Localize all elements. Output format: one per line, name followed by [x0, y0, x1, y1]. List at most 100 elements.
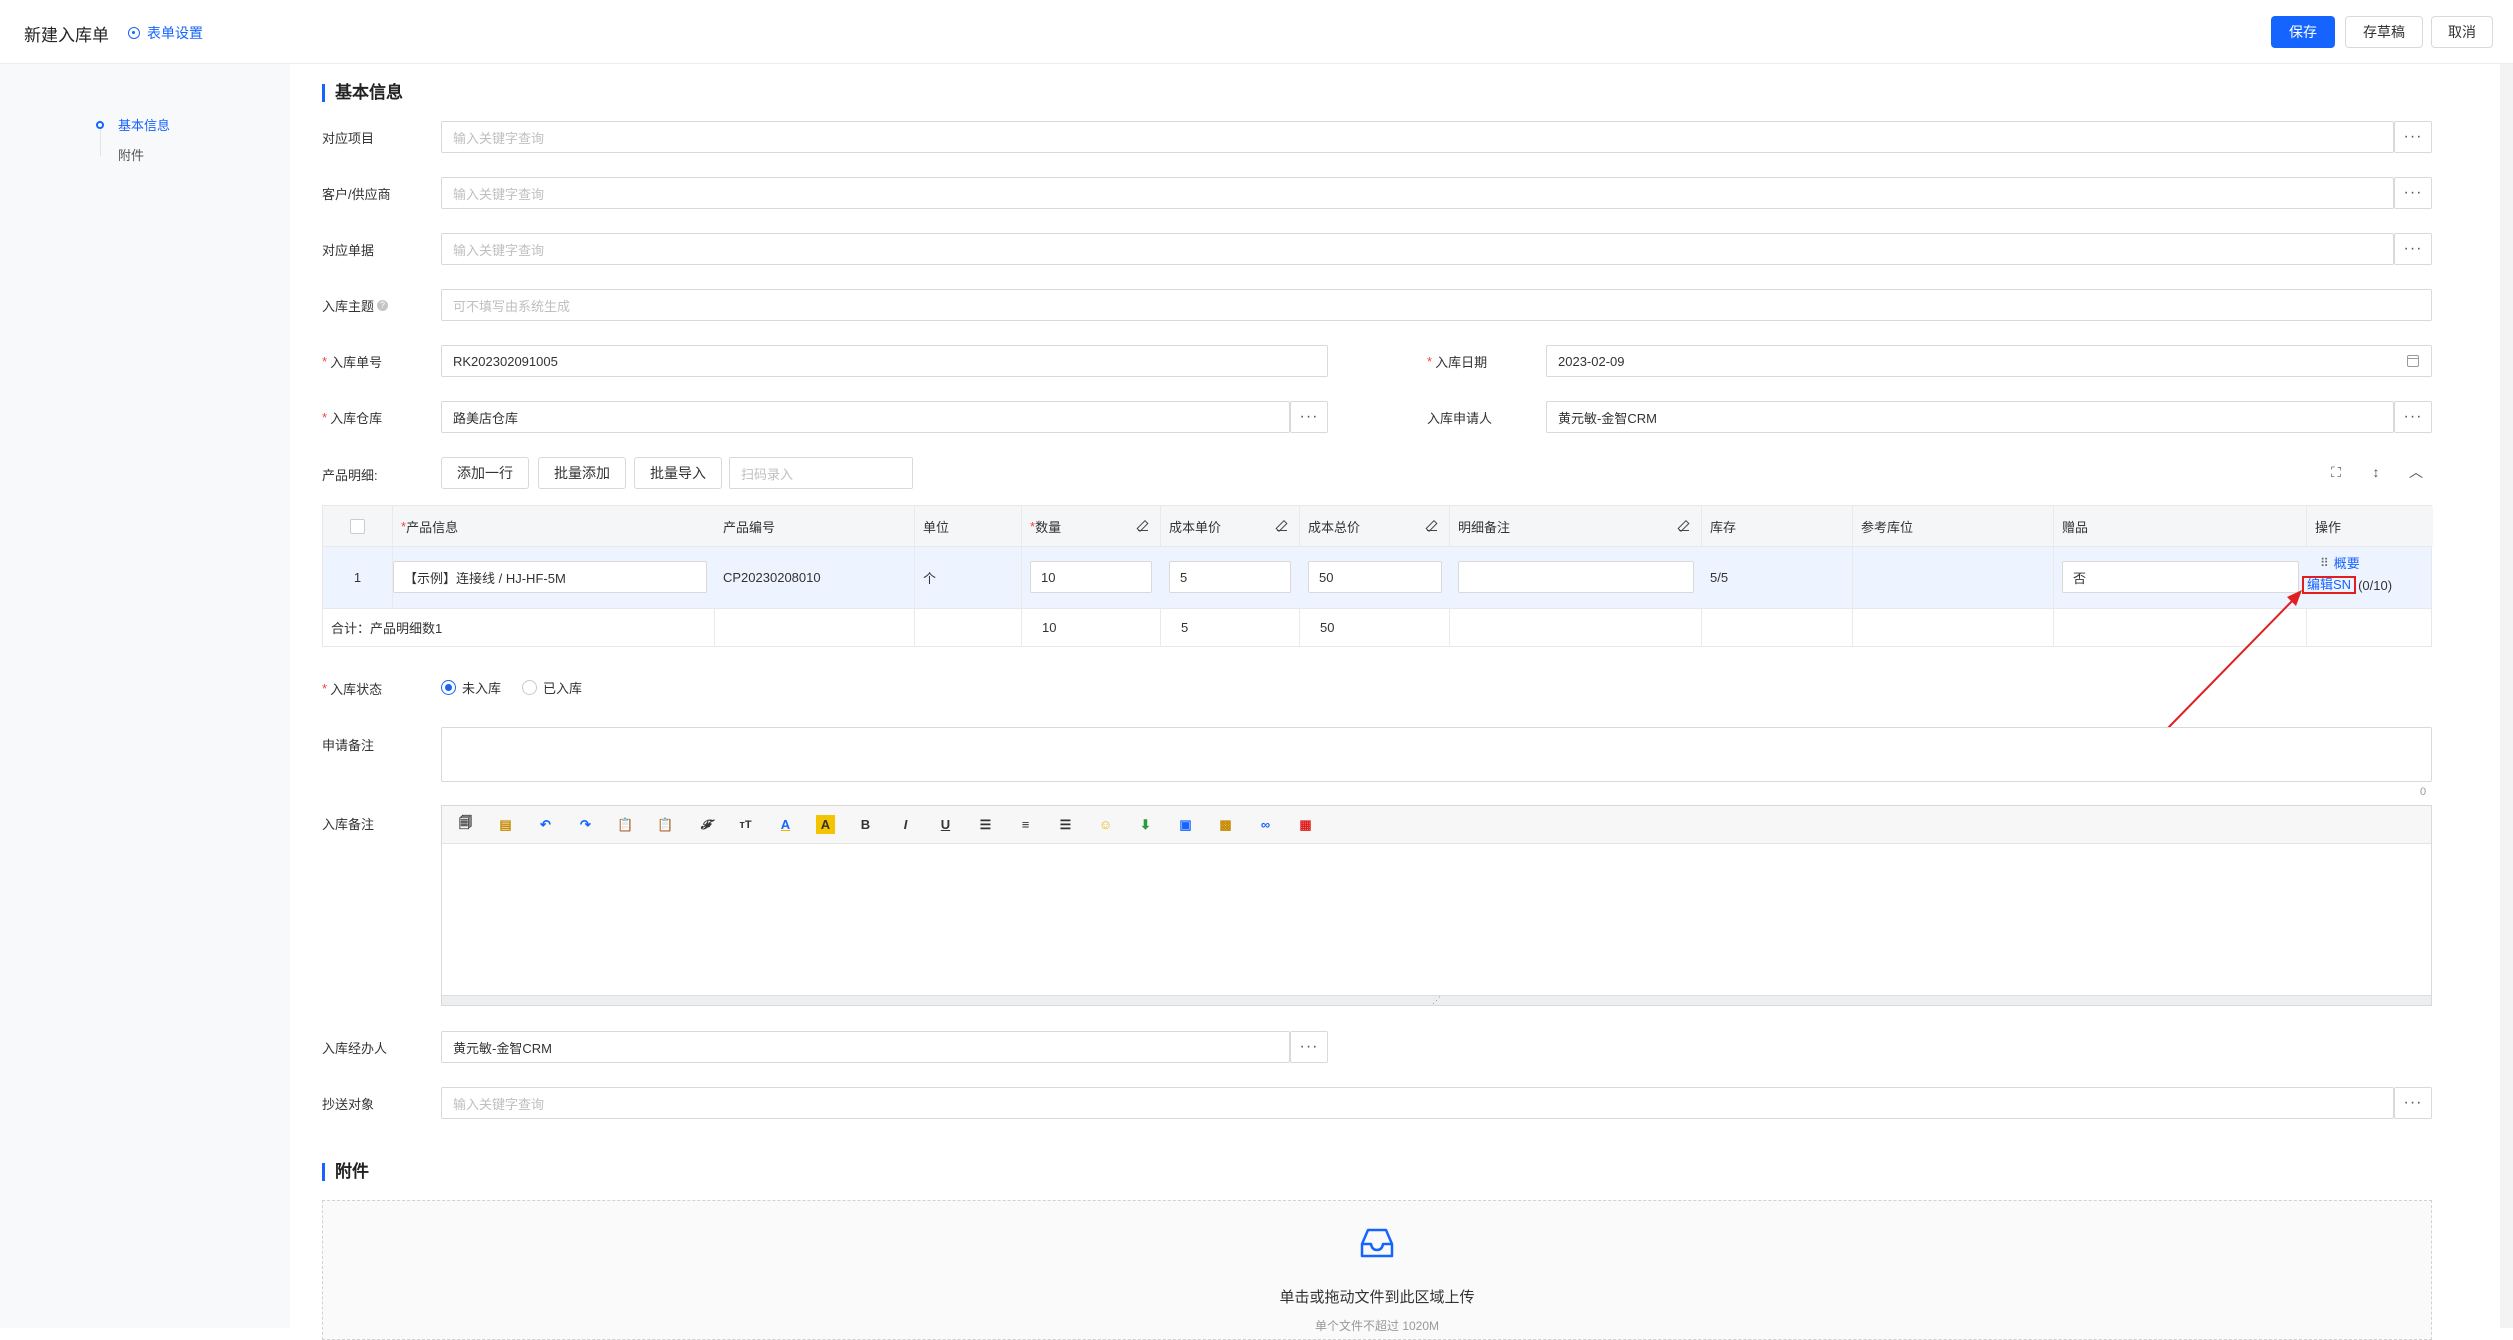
table-header-location: 参考库位 [1853, 506, 2054, 546]
document-picker-button[interactable]: ··· [2394, 233, 2432, 265]
product-code-cell: CP20230208010 [715, 546, 915, 608]
font-color-icon[interactable]: A [776, 815, 795, 834]
applicant-input[interactable]: 黄元敏-金智CRM [1546, 401, 2394, 433]
drag-handle-icon[interactable]: ⠿ [2320, 556, 2329, 570]
font-size-icon[interactable]: тT [736, 815, 755, 834]
save-draft-button[interactable]: 存草稿 [2345, 16, 2423, 48]
collapse-icon[interactable]: ︿ [2407, 463, 2425, 481]
project-input[interactable]: 输入关键字查询 [441, 121, 2394, 153]
insert-icon[interactable]: ⬇ [1136, 815, 1155, 834]
save-button[interactable]: 保存 [2271, 16, 2335, 48]
table-header-note: 明细备注 [1450, 506, 1702, 546]
batch-add-button[interactable]: 批量添加 [538, 457, 626, 489]
scrollbar[interactable] [2500, 64, 2513, 1328]
undo-icon[interactable]: ↶ [536, 815, 555, 834]
scan-input[interactable]: 扫码录入 [729, 457, 913, 489]
edit-icon[interactable] [1138, 521, 1148, 531]
totals-empty [1450, 608, 1702, 646]
upload-text: 单击或拖动文件到此区域上传 [1279, 1289, 1475, 1306]
stock-number-input[interactable]: RK202302091005 [441, 345, 1328, 377]
upload-dropzone[interactable]: 单击或拖动文件到此区域上传 单个文件不超过 1020M [322, 1200, 2432, 1340]
editor-body[interactable] [442, 844, 2431, 996]
form-settings-link[interactable]: 表单设置 [128, 23, 203, 43]
expand-icon[interactable]: ↕ [2367, 463, 2385, 481]
table-icon[interactable]: ▦ [1296, 815, 1315, 834]
row-actions: ⠿ 概要 编辑SN (0/10) [2302, 553, 2431, 603]
align-left-icon[interactable]: ☰ [976, 815, 995, 834]
summary-link[interactable]: 概要 [2334, 553, 2360, 572]
image-icon[interactable]: ▣ [1176, 815, 1195, 834]
italic-icon[interactable]: I [896, 815, 915, 834]
status-option-not-stocked[interactable]: 未入库 [441, 678, 501, 697]
customer-picker-button[interactable]: ··· [2394, 177, 2432, 209]
source-icon[interactable]: 🗐 [456, 815, 475, 834]
field-label-warehouse: * 入库仓库 [322, 410, 383, 426]
product-table: * 产品信息 产品编号 单位 * 数量 成本单价 成本总价 明细备注 库存 参考库位… [322, 505, 2433, 647]
redo-icon[interactable]: ↷ [576, 815, 595, 834]
add-row-button[interactable]: 添加一行 [441, 457, 529, 489]
section-title-basic: 基本信息 [322, 84, 403, 102]
unit-cell: 个 [915, 546, 1022, 608]
status-option-stocked[interactable]: 已入库 [522, 678, 582, 697]
sidebar-item-basic-info[interactable]: 基本信息 [96, 115, 170, 134]
rich-text-editor: 🗐 ▤ ↶ ↷ 📋 📋 𝓕 тT A A B I U ☰ ≡ ☰ ☺ ⬇ ▣ ▩… [441, 805, 2432, 1006]
field-label-cc: 抄送对象 [322, 1097, 375, 1112]
project-picker-button[interactable]: ··· [2394, 121, 2432, 153]
page-title: 新建入库单 [24, 26, 109, 45]
apply-note-textarea[interactable] [441, 727, 2432, 782]
batch-import-button[interactable]: 批量导入 [634, 457, 722, 489]
table-header-code: 产品编号 [715, 506, 915, 546]
paste-icon[interactable]: 📋 [616, 815, 635, 834]
template-icon[interactable]: ▤ [496, 815, 515, 834]
detail-note-input[interactable] [1458, 561, 1694, 593]
picture-icon[interactable]: ▩ [1216, 815, 1235, 834]
radio-icon [522, 680, 537, 695]
cc-picker-button[interactable]: ··· [2394, 1087, 2432, 1119]
field-label-handler: 入库经办人 [322, 1041, 388, 1056]
inbox-icon [1360, 1228, 1394, 1258]
stock-date-input[interactable]: 2023-02-09 [1546, 345, 2432, 377]
cc-input[interactable]: 输入关键字查询 [441, 1087, 2394, 1119]
table-header-total-cost: 成本总价 [1300, 506, 1450, 546]
qty-input[interactable]: 10 [1030, 561, 1152, 593]
font-family-icon[interactable]: 𝓕 [696, 815, 715, 834]
bold-icon[interactable]: B [856, 815, 875, 834]
field-label-customer: 客户/供应商 [322, 187, 391, 202]
table-header-stock: 库存 [1702, 506, 1853, 546]
sidebar-item-attachment[interactable]: 附件 [96, 145, 144, 164]
select-all-header [323, 506, 393, 546]
product-info-input[interactable]: 【示例】连接线 / HJ-HF-5M [393, 561, 707, 593]
handler-picker-button[interactable]: ··· [1290, 1031, 1328, 1063]
underline-icon[interactable]: U [936, 815, 955, 834]
help-icon[interactable]: ? [377, 300, 389, 311]
edit-icon[interactable] [1679, 521, 1689, 531]
total-cost-input[interactable]: 50 [1308, 561, 1442, 593]
warehouse-input[interactable]: 路美店仓库 [441, 401, 1290, 433]
char-count: 0 [2420, 786, 2427, 798]
sn-count: (0/10) [2358, 577, 2393, 593]
bg-color-icon[interactable]: A [816, 815, 835, 834]
editor-toolbar: 🗐 ▤ ↶ ↷ 📋 📋 𝓕 тT A A B I U ☰ ≡ ☰ ☺ ⬇ ▣ ▩… [442, 806, 2431, 844]
paste-text-icon[interactable]: 📋 [656, 815, 675, 834]
align-right-icon[interactable]: ☰ [1056, 815, 1075, 834]
field-label-subject: 入库主题? [322, 296, 389, 315]
applicant-picker-button[interactable]: ··· [2394, 401, 2432, 433]
cancel-button[interactable]: 取消 [2431, 16, 2493, 48]
link-icon[interactable]: ∞ [1256, 815, 1275, 834]
edit-icon[interactable] [1427, 521, 1437, 531]
fullscreen-icon[interactable]: ⛶ [2327, 463, 2345, 481]
products-label: 产品明细: [322, 468, 378, 483]
unit-cost-input[interactable]: 5 [1169, 561, 1291, 593]
edit-icon[interactable] [1277, 521, 1287, 531]
document-input[interactable]: 输入关键字查询 [441, 233, 2394, 265]
emoji-icon[interactable]: ☺ [1096, 815, 1115, 834]
editor-resize-handle[interactable]: ⋰ [442, 995, 2431, 1005]
select-all-checkbox[interactable] [350, 518, 365, 534]
subject-input[interactable]: 可不填写由系统生成 [441, 289, 2432, 321]
handler-input[interactable]: 黄元敏-金智CRM [441, 1031, 1290, 1063]
form-settings-label: 表单设置 [147, 25, 203, 41]
align-center-icon[interactable]: ≡ [1016, 815, 1035, 834]
customer-input[interactable]: 输入关键字查询 [441, 177, 2394, 209]
warehouse-picker-button[interactable]: ··· [1290, 401, 1328, 433]
table-header-qty: * 数量 [1022, 506, 1161, 546]
